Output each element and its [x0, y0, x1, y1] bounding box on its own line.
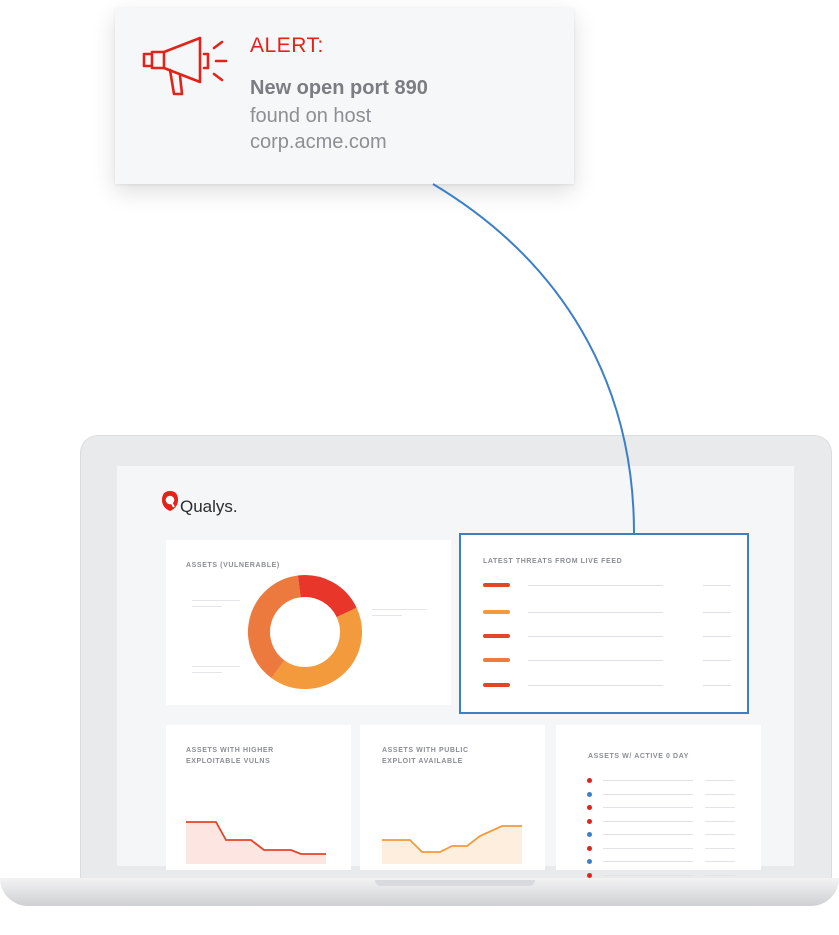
panel-threats-title: LATEST THREATS FROM LIVE FEED	[483, 558, 623, 565]
status-dot	[587, 832, 592, 837]
threat-severity-bar	[483, 634, 510, 638]
panel-higher-vuln-title1: ASSETS WITH HIGHER	[186, 747, 274, 754]
list-value-line	[705, 807, 735, 808]
threat-row[interactable]	[483, 580, 733, 592]
threat-date-line	[703, 660, 731, 661]
threat-severity-bar	[483, 610, 510, 614]
alert-message-line1: New open port 890	[250, 77, 428, 99]
threat-text-line	[528, 685, 663, 686]
list-value-line	[705, 874, 735, 876]
list-value-line	[705, 780, 735, 781]
list-value-line	[705, 861, 735, 862]
donut-slice-3	[248, 575, 302, 679]
legend-line	[372, 615, 402, 616]
legend-line	[192, 666, 240, 667]
list-text-line	[603, 861, 693, 862]
list-item[interactable]	[585, 804, 735, 812]
list-text-line	[603, 820, 693, 822]
public-exploit-sparkline	[382, 825, 522, 864]
legend-line	[192, 606, 222, 607]
threat-severity-bar	[483, 658, 510, 662]
donut-chart	[248, 575, 362, 689]
list-text-line	[603, 780, 693, 781]
threat-row[interactable]	[483, 655, 733, 667]
threat-severity-bar	[483, 683, 510, 687]
status-dot	[587, 778, 592, 783]
threat-text-line	[528, 660, 663, 661]
list-item[interactable]	[585, 791, 735, 799]
alert-message-line2: found on host	[250, 105, 372, 127]
threat-row[interactable]	[483, 631, 733, 643]
threat-text-line	[528, 612, 663, 613]
threat-date-line	[703, 685, 731, 686]
status-dot	[587, 872, 592, 878]
list-value-line	[705, 847, 735, 849]
list-value-line	[705, 834, 735, 835]
megaphone-icon	[142, 36, 228, 96]
threat-row[interactable]	[483, 680, 733, 692]
donut-slice-1	[297, 575, 357, 618]
legend-line	[192, 600, 240, 601]
threat-text-line	[528, 636, 663, 637]
status-dot	[587, 805, 592, 810]
higher-vuln-sparkline	[186, 821, 326, 864]
list-text-line	[603, 834, 693, 835]
list-text-line	[603, 847, 693, 849]
threat-date-line	[703, 636, 731, 637]
status-dot	[587, 818, 592, 824]
list-item[interactable]	[585, 858, 735, 866]
threat-severity-bar	[483, 583, 510, 587]
laptop-notch	[375, 880, 535, 886]
threat-row[interactable]	[483, 607, 733, 619]
panel-public-exploit-title1: ASSETS WITH PUBLIC	[382, 747, 469, 754]
legend-line	[372, 609, 427, 610]
list-item[interactable]	[585, 831, 735, 839]
threat-date-line	[703, 612, 731, 613]
status-dot	[587, 791, 592, 797]
list-item[interactable]	[585, 845, 735, 853]
list-text-line	[603, 874, 693, 876]
threat-text-line	[528, 585, 663, 586]
list-item[interactable]	[585, 777, 735, 785]
qualys-logo-text: Qualys.	[180, 497, 238, 516]
legend-line	[192, 672, 222, 673]
list-text-line	[603, 793, 693, 795]
panel-assets-title: ASSETS (VULNERABLE)	[186, 562, 280, 569]
panel-public-exploit-title2: EXPLOIT AVAILABLE	[382, 758, 463, 765]
list-value-line	[705, 793, 735, 795]
list-text-line	[603, 807, 693, 808]
threat-date-line	[703, 585, 731, 586]
alert-message-line3: corp.acme.com	[250, 131, 387, 153]
status-dot	[587, 845, 592, 851]
status-dot	[587, 859, 592, 864]
qualys-shield-icon	[162, 491, 178, 511]
list-value-line	[705, 820, 735, 822]
alert-title: ALERT:	[250, 34, 324, 57]
list-item[interactable]	[585, 818, 735, 826]
panel-active-ear-title: ASSETS W/ ACTIVE 0 DAY	[588, 753, 689, 760]
donut-slice-2	[271, 607, 362, 689]
panel-higher-vuln-title2: EXPLOITABLE VULNS	[186, 758, 271, 765]
